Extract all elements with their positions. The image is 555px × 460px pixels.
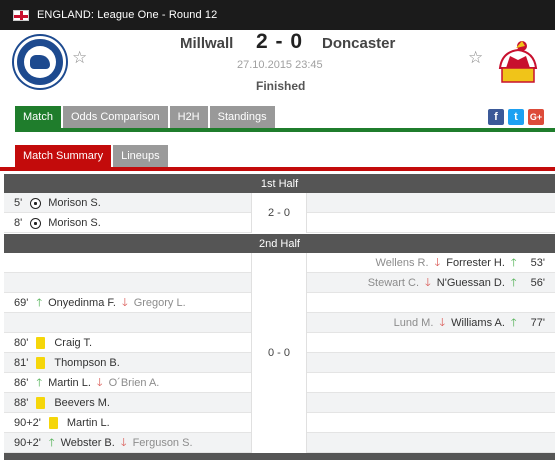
yellow-card-icon xyxy=(36,357,46,369)
event-minute: 77' xyxy=(530,317,545,329)
player-out[interactable]: Ferguson S. xyxy=(133,437,193,449)
yellow-card-icon xyxy=(36,337,46,349)
twitter-share-icon[interactable]: t xyxy=(508,109,524,125)
sub-in-arrow-icon: 🡑 xyxy=(510,316,517,329)
away-substitution-event: Wellens R. 🡓 Forrester H. 🡑 53' xyxy=(376,253,545,273)
sub-in-arrow-icon: 🡑 xyxy=(36,376,43,389)
player-in[interactable]: N'Guessan D. xyxy=(437,277,505,289)
player-in[interactable]: Webster B. xyxy=(61,437,115,449)
home-substitution-event: 69' 🡑 Onyedinma F. 🡓 Gregory L. xyxy=(14,293,186,313)
home-card-event: 90+2' Martin L. xyxy=(14,413,110,433)
card-player[interactable]: Craig T. xyxy=(54,337,92,349)
favorite-home-star-icon[interactable]: ☆ xyxy=(72,48,87,68)
tab-standings[interactable]: Standings xyxy=(209,106,275,128)
google-plus-share-icon[interactable]: G+ xyxy=(528,109,544,125)
home-goal-event: 5' Morison S. xyxy=(14,193,101,213)
sub-out-arrow-icon: 🡓 xyxy=(439,316,446,329)
home-substitution-event: 90+2' 🡑 Webster B. 🡓 Ferguson S. xyxy=(14,433,193,453)
first-half-score: 2 - 0 xyxy=(251,193,307,233)
tab-h2h[interactable]: H2H xyxy=(169,106,208,128)
tab-match[interactable]: Match xyxy=(15,106,61,128)
event-minute: 81' xyxy=(14,357,29,369)
home-team-logo[interactable] xyxy=(14,36,66,88)
event-minute: 90+2' xyxy=(14,417,41,429)
away-team-name[interactable]: Doncaster xyxy=(322,35,395,52)
home-team-name[interactable]: Millwall xyxy=(180,35,233,52)
england-flag-icon xyxy=(13,9,29,21)
away-team-logo[interactable] xyxy=(492,38,544,86)
event-minute: 80' xyxy=(14,337,29,349)
second-half-score: 0 - 0 xyxy=(251,253,307,453)
event-minute: 69' xyxy=(14,297,29,309)
player-in[interactable]: Forrester H. xyxy=(446,257,505,269)
home-goal-event: 8' Morison S. xyxy=(14,213,101,233)
goal-ball-icon xyxy=(30,197,42,209)
event-minute: 53' xyxy=(530,257,545,269)
goal-scorer[interactable]: Morison S. xyxy=(48,217,101,229)
card-player[interactable]: Thompson B. xyxy=(54,357,119,369)
match-score: 2 - 0 xyxy=(256,30,304,53)
event-minute: 56' xyxy=(530,277,545,289)
sub-out-arrow-icon: 🡓 xyxy=(121,296,128,309)
tab-lineups[interactable]: Lineups xyxy=(113,145,168,167)
tab-odds-comparison[interactable]: Odds Comparison xyxy=(62,106,168,128)
player-out[interactable]: Lund M. xyxy=(394,317,434,329)
event-minute: 86' xyxy=(14,377,29,389)
sub-in-arrow-icon: 🡑 xyxy=(36,296,43,309)
sub-out-arrow-icon: 🡓 xyxy=(96,376,103,389)
sub-in-arrow-icon: 🡑 xyxy=(48,436,55,449)
match-tabs: Match Odds Comparison H2H Standings xyxy=(15,106,277,128)
yellow-card-icon xyxy=(36,397,46,409)
sub-out-arrow-icon: 🡓 xyxy=(434,256,441,269)
match-info-header xyxy=(4,453,555,460)
player-in[interactable]: Onyedinma F. xyxy=(48,297,116,309)
player-in[interactable]: Martin L. xyxy=(48,377,91,389)
facebook-share-icon[interactable]: f xyxy=(488,109,504,125)
home-card-event: 80' Craig T. xyxy=(14,333,92,353)
subtabs-underline xyxy=(0,167,555,171)
competition-bar: ENGLAND: League One - Round 12 xyxy=(0,0,555,30)
player-in[interactable]: Williams A. xyxy=(451,317,505,329)
competition-title[interactable]: ENGLAND: League One - Round 12 xyxy=(37,9,217,21)
player-out[interactable]: O´Brien A. xyxy=(109,377,160,389)
home-substitution-event: 86' 🡑 Martin L. 🡓 O´Brien A. xyxy=(14,373,159,393)
sub-in-arrow-icon: 🡑 xyxy=(510,256,517,269)
goal-scorer[interactable]: Morison S. xyxy=(48,197,101,209)
home-card-event: 81' Thompson B. xyxy=(14,353,120,373)
card-player[interactable]: Beevers M. xyxy=(54,397,110,409)
sub-in-arrow-icon: 🡑 xyxy=(510,276,517,289)
event-minute: 5' xyxy=(14,197,23,209)
yellow-card-icon xyxy=(48,417,58,429)
match-datetime: 27.10.2015 23:45 xyxy=(237,59,323,71)
summary-subtabs: Match Summary Lineups xyxy=(15,145,170,167)
event-minute: 8' xyxy=(14,217,23,229)
first-half-header: 1st Half xyxy=(4,174,555,193)
away-substitution-event: Stewart C. 🡓 N'Guessan D. 🡑 56' xyxy=(368,273,545,293)
match-status: Finished xyxy=(256,79,306,93)
event-minute: 90+2' xyxy=(14,437,41,449)
sub-out-arrow-icon: 🡓 xyxy=(425,276,431,289)
tab-match-summary[interactable]: Match Summary xyxy=(15,145,112,167)
tabs-underline xyxy=(15,128,555,132)
player-out[interactable]: Wellens R. xyxy=(376,257,429,269)
player-out[interactable]: Gregory L. xyxy=(134,297,186,309)
card-player[interactable]: Martin L. xyxy=(67,417,110,429)
sub-out-arrow-icon: 🡓 xyxy=(120,436,127,449)
second-half-header: 2nd Half xyxy=(4,234,555,253)
away-substitution-event: Lund M. 🡓 Williams A. 🡑 77' xyxy=(394,313,545,333)
favorite-away-star-icon[interactable]: ☆ xyxy=(468,48,483,68)
event-minute: 88' xyxy=(14,397,29,409)
home-card-event: 88' Beevers M. xyxy=(14,393,110,413)
goal-ball-icon xyxy=(30,217,42,229)
player-out[interactable]: Stewart C. xyxy=(368,277,419,289)
